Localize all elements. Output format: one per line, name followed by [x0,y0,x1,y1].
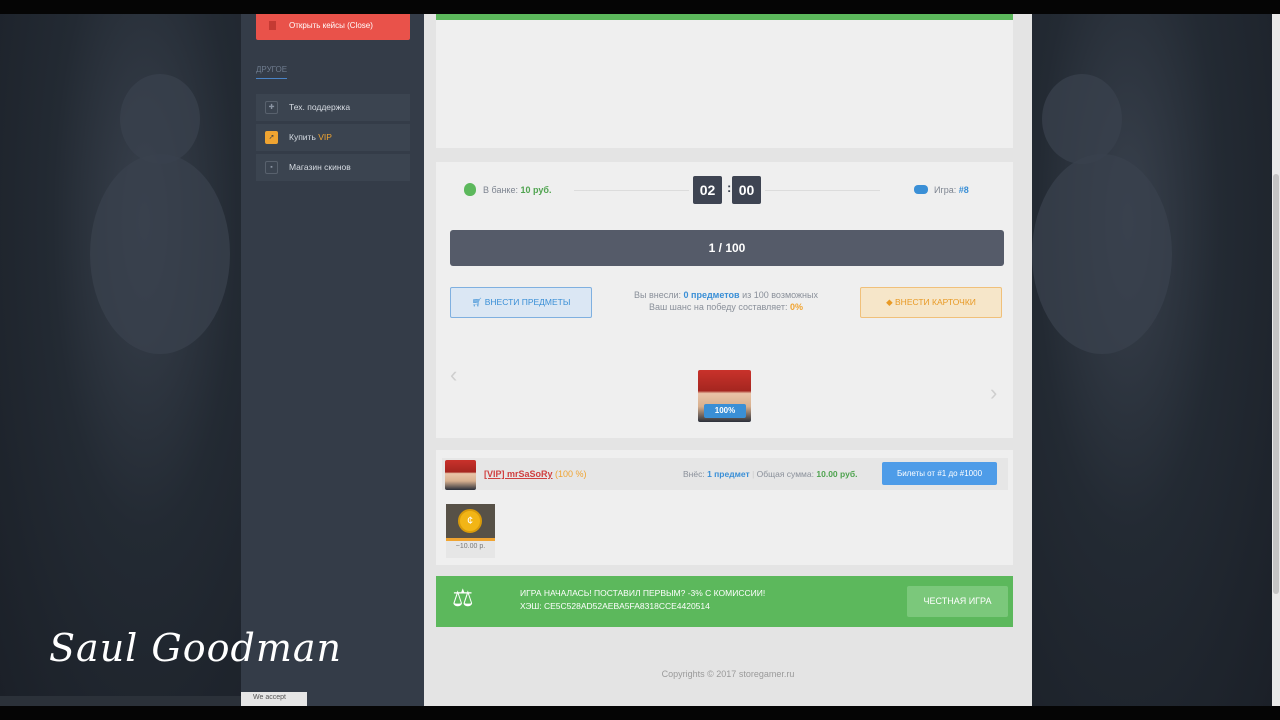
signature-watermark: Saul Goodman [49,626,342,670]
progress-text: 1 / 100 [708,241,746,255]
sidebar-item-label: Магазин скинов [289,162,351,172]
scrollbar-thumb[interactable] [1273,174,1279,594]
sidebar-item-label: Тех. поддержка [289,102,351,112]
background-left-soldier [0,14,241,706]
shop-icon: ▪ [265,161,278,174]
winner-percent-badge: 100% [704,404,746,418]
money-bag-icon [464,183,476,196]
gamepad-icon [914,185,928,194]
timer-seconds: 00 [732,176,761,204]
player-deposit-info: Внёс: 1 предмет | Общая сумма: 10.00 руб… [683,469,857,479]
background-right-soldier [1032,14,1272,706]
items-progress-bar: 1 / 100 [450,230,1004,266]
top-panel [436,14,1013,148]
deposited-count: 0 предметов [683,290,740,300]
bank-label: В банке: [483,185,518,195]
soldier-body-shape [90,154,230,354]
sidebar-item-label: Купить [289,132,319,142]
coin-icon: ¢ [458,509,482,533]
video-bottom-bar [0,706,1280,720]
vip-accent-label: VIP [318,132,332,142]
sidebar-item-buy-vip[interactable]: ➚ Купить VIP [256,124,410,151]
deposit-items-button[interactable]: 🛒︎ ВНЕСТИ ПРЕДМЕТЫ [450,287,592,318]
carousel-prev-arrow[interactable]: ‹ [450,362,457,388]
tickets-button[interactable]: Билеты от #1 до #1000 [882,462,997,485]
banner-text: ИГРА НАЧАЛАСЬ! ПОСТАВИЛ ПЕРВЫМ? -3% С КО… [520,587,765,613]
main-content: В банке: 10 руб. 02 : 00 Игра: #8 1 / 10… [424,14,1032,706]
item-rarity-bar [446,538,495,541]
deposit-cards-button[interactable]: ◆ ВНЕСТИ КАРТОЧКИ [860,287,1002,318]
deposit-items-label: ВНЕСТИ ПРЕДМЕТЫ [484,297,571,307]
deposited-label: Внёс: [683,469,705,479]
banner-line-1: ИГРА НАЧАЛАСЬ! ПОСТАВИЛ ПЕРВЫМ? -3% С КО… [520,588,766,598]
open-cases-label: Открыть кейсы (Close) [289,21,373,30]
item-image: ¢ [446,504,495,538]
game-label: Игра: [934,185,957,195]
bank-info: В банке: 10 руб. [483,185,551,195]
video-top-bar [0,0,1280,14]
game-started-banner: ⚖ ИГРА НАЧАЛАСЬ! ПОСТАВИЛ ПЕРВЫМ? -3% С … [436,576,1013,627]
soldier-helmet-shape [1042,74,1122,164]
browser-viewport: Открыть кейсы (Close) ДРУГОЕ ✚ Тех. подд… [0,14,1280,706]
soldier-body-shape [1032,154,1172,354]
status-strip [0,696,241,706]
chance-prefix: Ваш шанс на победу составляет: [648,302,788,312]
deposited-prefix: Вы внесли: [633,290,681,300]
bank-value: 10 руб. [520,185,552,195]
open-cases-button[interactable]: Открыть кейсы (Close) [256,14,410,40]
banner-hash: ХЭШ: CE5C528AD52AEBA5FA8318CCE4420514 [520,601,710,611]
sidebar-item-skin-shop[interactable]: ▪ Магазин скинов [256,154,410,181]
deposited-value: 1 предмет [707,469,750,479]
ticket-icon: ◆ [886,297,896,307]
deposited-item-card[interactable]: ¢ ~10.00 р. [446,504,495,558]
player-percent: (100 %) [555,469,587,479]
sidebar: Открыть кейсы (Close) ДРУГОЕ ✚ Тех. подд… [241,14,424,706]
game-number-info: Игра: #8 [934,185,969,195]
player-avatar[interactable] [445,460,476,490]
soldier-helmet-shape [120,74,200,164]
we-accept-tab[interactable]: We accept [241,692,307,706]
divider-line [765,190,880,191]
total-label: Общая сумма: [756,469,814,479]
copyright: Copyrights © 2017 storegamer.ru [661,669,795,679]
support-icon: ✚ [265,101,278,114]
chance-value: 0% [790,302,804,312]
cart-icon: 🛒︎ [471,297,485,307]
sidebar-section-title: ДРУГОЕ [256,65,288,79]
deposit-cards-label: ВНЕСТИ КАРТОЧКИ [895,297,976,307]
game-number: #8 [958,185,969,195]
top-green-bar [436,14,1013,20]
player-name-link[interactable]: [VIP] mrSaSoRy [484,469,553,479]
scales-icon: ⚖ [452,585,474,612]
deposited-suffix: из 100 возможных [742,290,818,300]
sidebar-item-support[interactable]: ✚ Тех. поддержка [256,94,410,121]
divider-line [574,190,689,191]
rocket-icon: ➚ [265,131,278,144]
case-icon [269,21,276,30]
total-value: 10.00 руб. [816,469,858,479]
carousel-next-arrow[interactable]: › [990,380,997,406]
chance-info: Вы внесли: 0 предметов из 100 возможных … [592,289,860,313]
timer-minutes: 02 [693,176,722,204]
fair-game-button[interactable]: ЧЕСТНАЯ ИГРА [907,586,1008,617]
timer-colon: : [727,180,732,195]
item-value: ~10.00 р. [455,543,486,550]
